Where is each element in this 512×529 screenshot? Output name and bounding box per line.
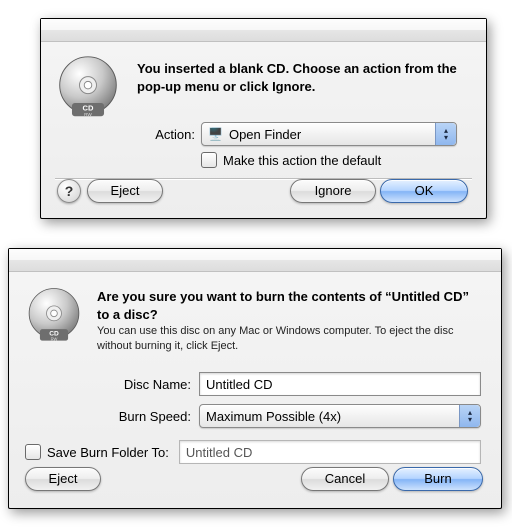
default-action-checkbox[interactable]	[201, 152, 217, 168]
default-action-label: Make this action the default	[223, 153, 381, 168]
save-folder-label: Save Burn Folder To:	[47, 445, 169, 460]
dialog-body: CD RW You inserted a blank CD. Choose an…	[41, 42, 486, 217]
eject-label: Eject	[49, 471, 78, 486]
dialog-heading: Are you sure you want to burn the conten…	[97, 288, 481, 323]
burn-speed-popup[interactable]: Maximum Possible (4x) ▴▾	[199, 404, 481, 428]
burn-label: Burn	[424, 471, 451, 486]
finder-icon: 🖥️	[208, 127, 223, 141]
default-action-row: Make this action the default	[201, 152, 381, 168]
svg-text:RW: RW	[51, 337, 58, 342]
save-folder-checkbox[interactable]	[25, 444, 41, 460]
popup-arrows-icon: ▴▾	[435, 123, 456, 145]
burn-speed-value: Maximum Possible (4x)	[206, 409, 341, 424]
popup-arrows-icon: ▴▾	[459, 405, 480, 427]
cd-rw-icon: CD RW	[55, 54, 121, 120]
action-label: Action:	[137, 127, 201, 142]
save-folder-field[interactable]: Untitled CD	[179, 440, 481, 464]
dialog-body: CD RW Are you sure you want to burn the …	[9, 272, 501, 507]
cancel-button[interactable]: Cancel	[301, 467, 389, 491]
cd-label-text: CD	[83, 104, 94, 113]
help-glyph: ?	[65, 183, 74, 199]
dialog-message: You inserted a blank CD. Choose an actio…	[137, 60, 464, 95]
disc-name-row: Disc Name: Untitled CD	[97, 372, 481, 396]
cancel-label: Cancel	[325, 471, 365, 486]
eject-button[interactable]: Eject	[87, 179, 163, 203]
ignore-label: Ignore	[315, 183, 352, 198]
burn-button[interactable]: Burn	[393, 467, 483, 491]
save-folder-row: Save Burn Folder To: Untitled CD	[25, 440, 481, 464]
disc-name-value: Untitled CD	[206, 377, 272, 392]
eject-label: Eject	[111, 183, 140, 198]
burn-speed-row: Burn Speed: Maximum Possible (4x) ▴▾	[97, 404, 481, 428]
eject-button[interactable]: Eject	[25, 467, 101, 491]
disc-name-label: Disc Name:	[97, 377, 199, 392]
save-folder-value: Untitled CD	[186, 445, 252, 460]
titlebar[interactable]	[41, 19, 486, 42]
help-button[interactable]: ?	[57, 179, 81, 203]
action-popup[interactable]: 🖥️ Open Finder ▴▾	[201, 122, 457, 146]
blank-cd-dialog: CD RW You inserted a blank CD. Choose an…	[40, 18, 487, 219]
dialog-subtext: You can use this disc on any Mac or Wind…	[97, 324, 481, 354]
disc-name-field[interactable]: Untitled CD	[199, 372, 481, 396]
ok-button[interactable]: OK	[380, 179, 468, 203]
cd-rw-icon: CD RW	[25, 286, 83, 344]
action-row: Action: 🖥️ Open Finder ▴▾	[137, 122, 457, 146]
burn-speed-label: Burn Speed:	[97, 409, 199, 424]
ok-label: OK	[415, 183, 434, 198]
burn-confirm-dialog: CD RW Are you sure you want to burn the …	[8, 248, 502, 509]
cd-sub-text: RW	[84, 112, 92, 117]
action-popup-value: Open Finder	[229, 127, 301, 142]
titlebar[interactable]	[9, 249, 501, 272]
ignore-button[interactable]: Ignore	[290, 179, 376, 203]
